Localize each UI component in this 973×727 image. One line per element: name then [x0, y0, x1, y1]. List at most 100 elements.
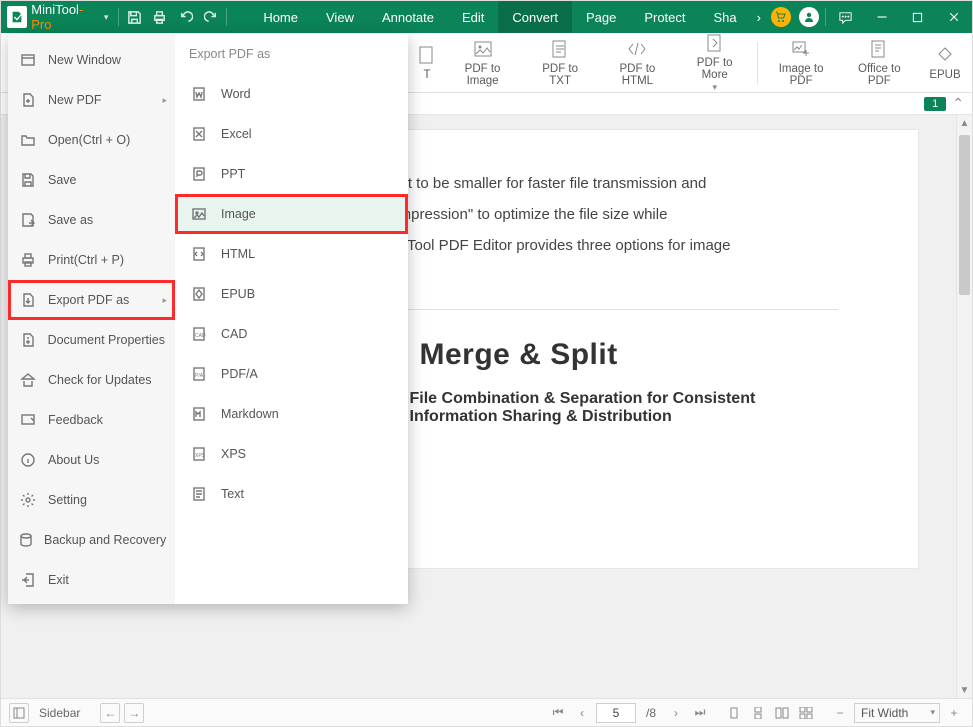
- export-pdfa[interactable]: P/A PDF/A: [175, 354, 408, 394]
- sidebar-label[interactable]: Sidebar: [39, 706, 80, 720]
- menu-protect[interactable]: Protect: [630, 1, 699, 33]
- menu-open[interactable]: Open(Ctrl + O): [8, 120, 175, 160]
- menu-overflow-icon[interactable]: ›: [751, 1, 767, 33]
- view-twopage-cont-icon[interactable]: [796, 703, 816, 723]
- html-icon: [189, 244, 209, 264]
- close-button[interactable]: [936, 1, 972, 33]
- scroll-thumb[interactable]: [959, 135, 970, 295]
- folder-icon: [18, 130, 38, 150]
- next-page-button[interactable]: →: [124, 703, 144, 723]
- save-icon: [18, 170, 38, 190]
- menu-share[interactable]: Sha: [700, 1, 751, 33]
- menu-annotate[interactable]: Annotate: [368, 1, 448, 33]
- svg-text:P/A: P/A: [195, 373, 204, 379]
- tool-pdf-to-image[interactable]: PDF to Image: [453, 39, 512, 87]
- doc-subheading: File Combination & Separation for Consis…: [410, 390, 838, 426]
- brand-name: MiniTool: [31, 2, 79, 17]
- new-file-icon: [18, 90, 38, 110]
- collapse-ribbon-icon[interactable]: ⌃: [952, 95, 964, 112]
- menu-convert[interactable]: Convert: [498, 1, 572, 33]
- titlebar: MiniTool-Pro ▾ Home View Annotate Edit C…: [1, 1, 972, 33]
- next-page-icon[interactable]: ›: [666, 703, 686, 723]
- brand-dropdown-icon[interactable]: ▾: [104, 12, 109, 23]
- doc-heading: Merge & Split: [420, 338, 838, 372]
- file-menu-submenu: Export PDF as Word Excel PPT Image HTML …: [175, 34, 408, 604]
- sidebar-toggle-icon[interactable]: [9, 703, 29, 723]
- zoom-out-button[interactable]: −: [830, 703, 850, 723]
- menu-edit[interactable]: Edit: [448, 1, 498, 33]
- menu-setting[interactable]: Setting: [8, 480, 175, 520]
- export-html[interactable]: HTML: [175, 234, 408, 274]
- image-icon: [473, 39, 493, 59]
- export-markdown[interactable]: Markdown: [175, 394, 408, 434]
- main-menu: Home View Annotate Edit Convert Page Pro…: [249, 1, 767, 33]
- gear-icon: [18, 490, 38, 510]
- menu-save[interactable]: Save: [8, 160, 175, 200]
- scroll-down-icon[interactable]: ▼: [957, 682, 972, 698]
- app-brand: MiniTool-Pro: [31, 2, 98, 32]
- word-icon: [189, 84, 209, 104]
- account-button[interactable]: [799, 7, 819, 27]
- tool-pdf-to-txt[interactable]: PDF to TXT: [532, 39, 588, 87]
- tool-pdf-to-more[interactable]: PDF to More▾: [687, 33, 743, 93]
- tool-office-to-pdf[interactable]: Office to PDF: [851, 39, 908, 87]
- tool-image-to-pdf[interactable]: Image to PDF: [772, 39, 831, 87]
- vertical-scrollbar[interactable]: ▲ ▼: [956, 115, 972, 698]
- menu-about[interactable]: About Us: [8, 440, 175, 480]
- cart-button[interactable]: [771, 7, 791, 27]
- chat-icon[interactable]: [828, 1, 864, 33]
- menu-export-pdf-as[interactable]: Export PDF as ▸: [8, 280, 175, 320]
- statusbar: Sidebar ← → ⏮ ‹ /8 › ⏭ − Fit Width ▾ +: [1, 698, 972, 726]
- pdfa-icon: P/A: [189, 364, 209, 384]
- tool-pdf-to-html[interactable]: PDF to HTML: [608, 39, 667, 87]
- export-cad[interactable]: CAD CAD: [175, 314, 408, 354]
- submenu-header: Export PDF as: [175, 34, 408, 74]
- export-excel[interactable]: Excel: [175, 114, 408, 154]
- chevron-down-icon: ▾: [930, 707, 935, 718]
- zoom-in-button[interactable]: +: [944, 703, 964, 723]
- menu-new-window[interactable]: New Window: [8, 40, 175, 80]
- menu-view[interactable]: View: [312, 1, 368, 33]
- menu-home[interactable]: Home: [249, 1, 312, 33]
- export-ppt[interactable]: PPT: [175, 154, 408, 194]
- redo-icon[interactable]: [199, 1, 225, 33]
- last-page-icon[interactable]: ⏭: [690, 703, 710, 723]
- page-number-input[interactable]: [596, 703, 636, 723]
- epub-icon: [935, 45, 955, 65]
- view-single-icon[interactable]: [724, 703, 744, 723]
- view-continuous-icon[interactable]: [748, 703, 768, 723]
- page-total-label: /8: [646, 706, 656, 720]
- menu-save-as[interactable]: Save as: [8, 200, 175, 240]
- menu-doc-properties[interactable]: Document Properties: [8, 320, 175, 360]
- export-text[interactable]: Text: [175, 474, 408, 514]
- export-word[interactable]: Word: [175, 74, 408, 114]
- save-icon[interactable]: [121, 1, 147, 33]
- print-icon[interactable]: [147, 1, 173, 33]
- first-page-icon[interactable]: ⏮: [548, 703, 568, 723]
- menu-feedback[interactable]: Feedback: [8, 400, 175, 440]
- view-twopage-icon[interactable]: [772, 703, 792, 723]
- export-xps[interactable]: XPS XPS: [175, 434, 408, 474]
- app-logo: [7, 6, 27, 28]
- export-image[interactable]: Image: [175, 194, 408, 234]
- menu-exit[interactable]: Exit: [8, 560, 175, 600]
- scroll-up-icon[interactable]: ▲: [957, 115, 972, 131]
- image-to-pdf-icon: [791, 39, 811, 59]
- undo-icon[interactable]: [173, 1, 199, 33]
- menu-check-updates[interactable]: Check for Updates: [8, 360, 175, 400]
- menu-new-pdf[interactable]: New PDF ▸: [8, 80, 175, 120]
- minimize-button[interactable]: [864, 1, 900, 33]
- exit-icon: [18, 570, 38, 590]
- tool-pdf-to-word-clipped[interactable]: T: [417, 45, 437, 81]
- menu-page[interactable]: Page: [572, 1, 630, 33]
- menu-backup[interactable]: Backup and Recovery: [8, 520, 175, 560]
- prev-page-icon[interactable]: ‹: [572, 703, 592, 723]
- maximize-button[interactable]: [900, 1, 936, 33]
- export-epub[interactable]: EPUB: [175, 274, 408, 314]
- menu-print[interactable]: Print(Ctrl + P): [8, 240, 175, 280]
- tool-epub[interactable]: EPUB: [928, 45, 962, 81]
- update-icon: [18, 370, 38, 390]
- zoom-select[interactable]: Fit Width ▾: [854, 703, 940, 723]
- prev-page-button[interactable]: ←: [100, 703, 120, 723]
- submenu-arrow-icon: ▸: [162, 95, 167, 106]
